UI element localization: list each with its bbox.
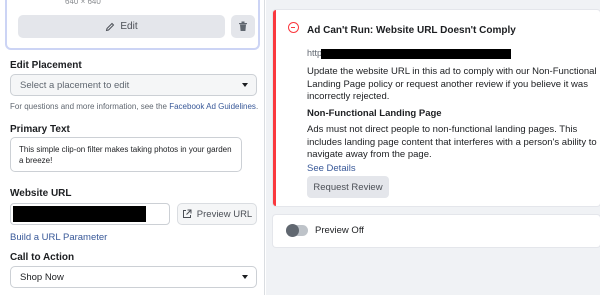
website-url-label: Website URL bbox=[10, 188, 72, 199]
preview-url-button[interactable]: Preview URL bbox=[177, 203, 257, 225]
external-link-icon bbox=[182, 209, 192, 218]
edit-media-button[interactable]: Edit bbox=[18, 15, 225, 38]
preview-toggle-bar: Preview Off bbox=[273, 215, 600, 247]
media-card: 640 × 640 Edit bbox=[5, 0, 260, 50]
policy-title: Non-Functional Landing Page bbox=[307, 108, 442, 119]
preview-toggle-label: Preview Off bbox=[315, 225, 364, 236]
chevron-down-icon bbox=[242, 275, 248, 279]
rejection-notice: Ad Can't Run: Website URL Doesn't Comply… bbox=[273, 10, 600, 206]
delete-media-button[interactable] bbox=[231, 15, 255, 38]
edit-media-label: Edit bbox=[120, 21, 138, 32]
cta-label: Call to Action bbox=[10, 252, 75, 263]
pencil-icon bbox=[106, 22, 115, 31]
help-text: For questions and more information, see … bbox=[10, 102, 259, 111]
primary-text-input[interactable]: This simple clip-on filter makes taking … bbox=[10, 137, 242, 172]
placement-select-text: Select a placement to edit bbox=[20, 79, 130, 91]
placement-label: Edit Placement bbox=[10, 60, 82, 71]
redacted-url bbox=[13, 206, 146, 222]
request-review-button[interactable]: Request Review bbox=[307, 176, 389, 198]
error-icon bbox=[288, 22, 299, 33]
cta-select-text: Shop Now bbox=[20, 271, 64, 283]
ad-guidelines-link[interactable]: Facebook Ad Guidelines bbox=[169, 102, 256, 111]
preview-panel: Ad Can't Run: Website URL Doesn't Comply… bbox=[266, 0, 600, 295]
rejected-url: http bbox=[307, 48, 323, 58]
primary-text-label: Primary Text bbox=[10, 124, 70, 135]
media-dimensions: 640 × 640 bbox=[65, 0, 101, 6]
trash-icon bbox=[239, 21, 247, 31]
build-url-parameter-link[interactable]: Build a URL Parameter bbox=[10, 232, 107, 243]
redacted-url bbox=[321, 49, 511, 59]
rejection-title: Ad Can't Run: Website URL Doesn't Comply bbox=[307, 25, 516, 36]
website-url-input[interactable] bbox=[10, 203, 170, 225]
see-details-link[interactable]: See Details bbox=[307, 163, 356, 174]
policy-description: Ads must not direct people to non-functi… bbox=[307, 124, 597, 160]
rejection-body: Update the website URL in this ad to com… bbox=[307, 66, 597, 102]
preview-toggle-switch[interactable] bbox=[286, 224, 308, 237]
cta-select[interactable]: Shop Now bbox=[10, 266, 257, 288]
preview-url-label: Preview URL bbox=[196, 208, 253, 220]
placement-select[interactable]: Select a placement to edit bbox=[10, 74, 257, 96]
chevron-down-icon bbox=[242, 83, 248, 87]
ad-edit-panel: 640 × 640 Edit Edit Placement Select a p… bbox=[0, 0, 265, 295]
toggle-knob bbox=[286, 224, 299, 237]
